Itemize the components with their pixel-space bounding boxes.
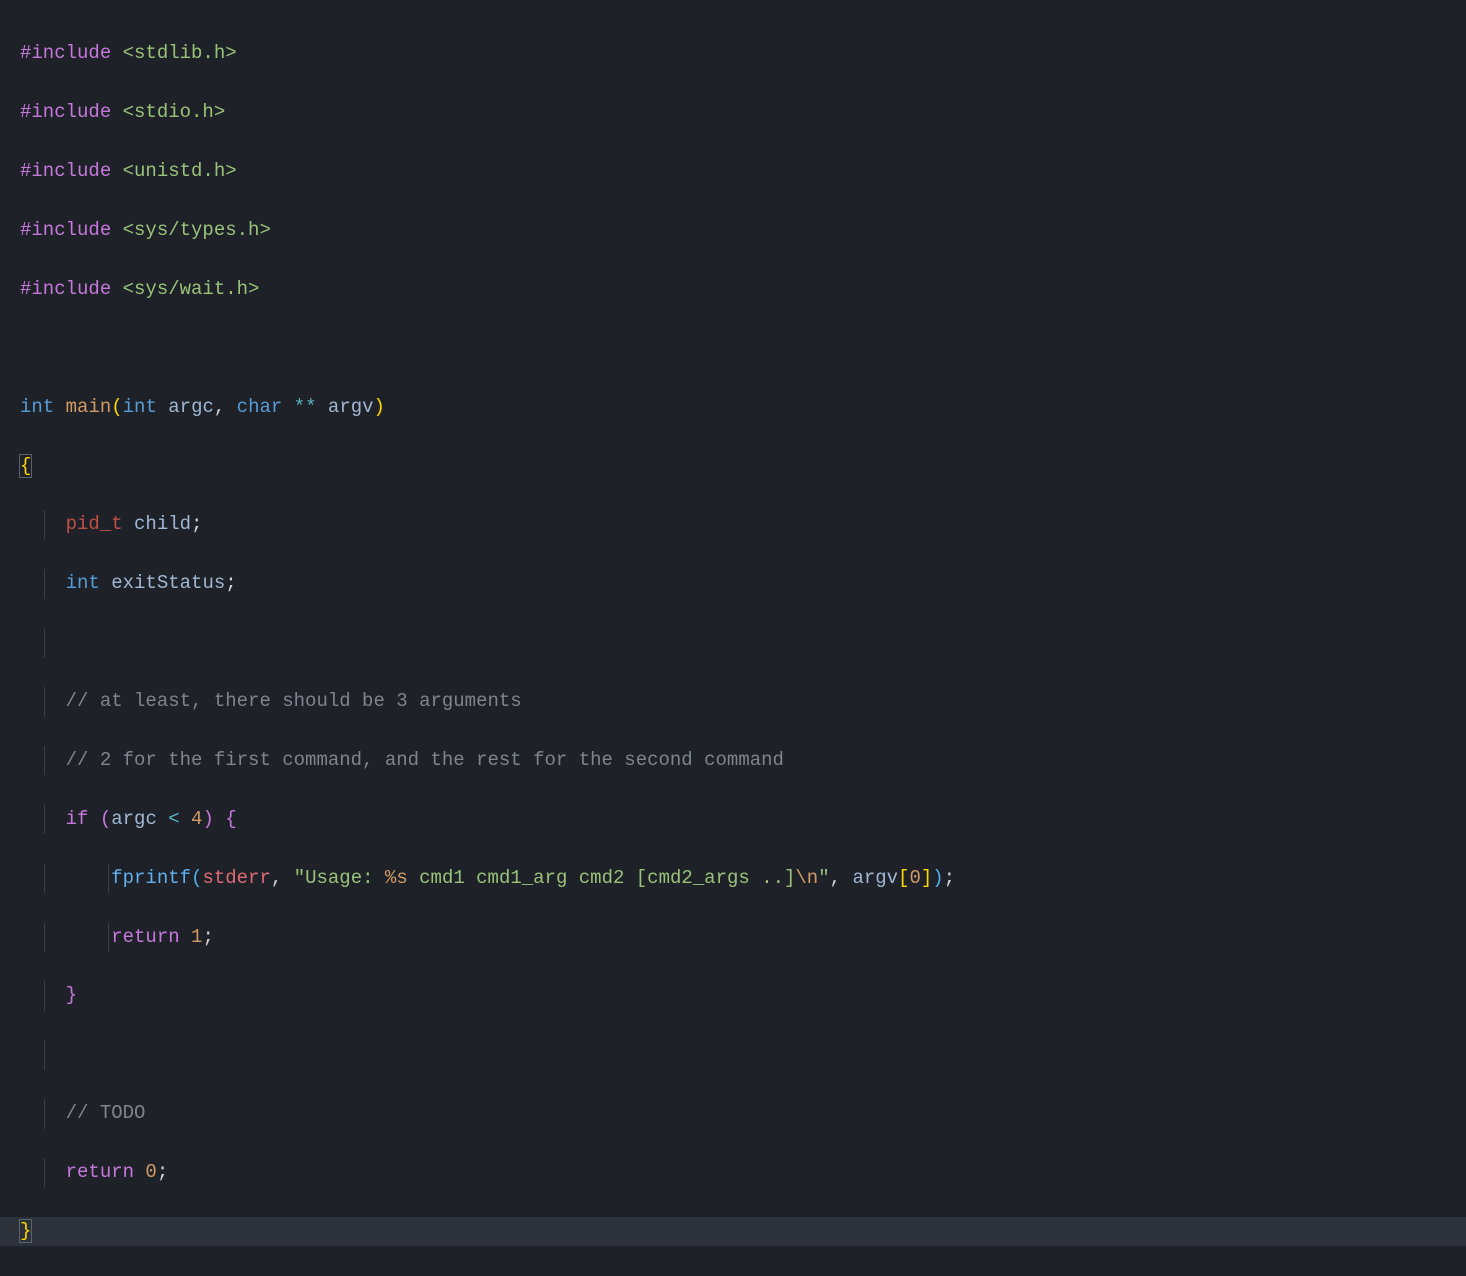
code-line[interactable]: #include <stdio.h> [20, 98, 1466, 127]
header-path: <stdlib.h> [111, 42, 236, 64]
parameter: argv [317, 396, 374, 418]
code-line[interactable]: fprintf(stderr, "Usage: %s cmd1 cmd1_arg… [20, 864, 1466, 893]
paren-close: ) [374, 396, 385, 418]
code-line-current[interactable]: } [20, 1217, 1466, 1246]
brace-close: } [66, 984, 77, 1006]
code-line[interactable]: // TODO [20, 1099, 1466, 1128]
variable: argv [852, 867, 898, 889]
code-line[interactable]: #include <sys/wait.h> [20, 275, 1466, 304]
comment: // 2 for the first command, and the rest… [66, 749, 784, 771]
bracket-open: [ [898, 867, 909, 889]
code-line[interactable]: pid_t child; [20, 510, 1466, 539]
preprocessor-include: #include [20, 278, 111, 300]
preprocessor-include: #include [20, 42, 111, 64]
header-path: <stdio.h> [111, 101, 225, 123]
preprocessor-include: #include [20, 219, 111, 241]
code-line[interactable]: int exitStatus; [20, 569, 1466, 598]
code-line[interactable]: return 0; [20, 1158, 1466, 1187]
paren-open: ( [191, 867, 202, 889]
code-line[interactable]: } [20, 981, 1466, 1010]
code-line[interactable]: #include <sys/types.h> [20, 216, 1466, 245]
code-line[interactable]: #include <unistd.h> [20, 157, 1466, 186]
escape-sequence: \n [795, 867, 818, 889]
code-line[interactable]: #include <stdlib.h> [20, 39, 1466, 68]
number-literal: 4 [180, 808, 203, 830]
comma: , [271, 867, 282, 889]
code-line[interactable]: if (argc < 4) { [20, 805, 1466, 834]
number-literal: 0 [909, 867, 920, 889]
paren-close: ) [932, 867, 943, 889]
paren-close: ) [202, 808, 213, 830]
code-line-empty[interactable] [20, 334, 1466, 363]
type-keyword: char [225, 396, 282, 418]
semicolon: ; [944, 867, 955, 889]
variable: exitStatus [100, 572, 225, 594]
number-literal: 0 [134, 1161, 157, 1183]
brace-open: { [19, 454, 32, 478]
code-line[interactable]: // 2 for the first command, and the rest… [20, 746, 1466, 775]
code-line[interactable]: { [20, 452, 1466, 481]
string-quote: " [818, 867, 829, 889]
paren-open: ( [111, 396, 122, 418]
code-line[interactable]: // at least, there should be 3 arguments [20, 687, 1466, 716]
code-line-empty[interactable] [20, 628, 1466, 657]
code-line[interactable]: return 1; [20, 923, 1466, 952]
keyword-return: return [66, 1161, 134, 1183]
string-quote: " [294, 867, 305, 889]
preprocessor-include: #include [20, 101, 111, 123]
header-path: <unistd.h> [111, 160, 236, 182]
string-literal: cmd1 cmd1_arg cmd2 [cmd2_args ..] [408, 867, 796, 889]
type-name: pid_t [66, 513, 123, 535]
number-literal: 1 [180, 926, 203, 948]
string-literal: Usage: [305, 867, 385, 889]
preprocessor-include: #include [20, 160, 111, 182]
bracket-close: ] [921, 867, 932, 889]
keyword-if: if [66, 808, 89, 830]
variable: child [123, 513, 191, 535]
semicolon: ; [191, 513, 202, 535]
comma: , [830, 867, 841, 889]
code-line[interactable]: int main(int argc, char ** argv) [20, 393, 1466, 422]
brace-open: { [225, 808, 236, 830]
type-keyword: int [20, 396, 54, 418]
paren-open: ( [100, 808, 111, 830]
function-name: main [54, 396, 111, 418]
header-path: <sys/types.h> [111, 219, 271, 241]
semicolon: ; [157, 1161, 168, 1183]
parameter: argc [157, 396, 214, 418]
code-line-empty[interactable] [20, 1040, 1466, 1069]
comment: // at least, there should be 3 arguments [66, 690, 522, 712]
type-keyword: int [66, 572, 100, 594]
header-path: <sys/wait.h> [111, 278, 259, 300]
pointer-stars: ** [282, 396, 316, 418]
comment: // TODO [66, 1102, 146, 1124]
brace-close: } [19, 1219, 32, 1243]
variable: argc [111, 808, 157, 830]
identifier: stderr [202, 867, 270, 889]
semicolon: ; [225, 572, 236, 594]
keyword-return: return [111, 926, 179, 948]
type-keyword: int [123, 396, 157, 418]
code-editor[interactable]: #include <stdlib.h> #include <stdio.h> #… [20, 10, 1466, 1276]
comma: , [214, 396, 225, 418]
semicolon: ; [202, 926, 213, 948]
operator-lt: < [157, 808, 180, 830]
function-call: fprintf [111, 867, 191, 889]
format-specifier: %s [385, 867, 408, 889]
